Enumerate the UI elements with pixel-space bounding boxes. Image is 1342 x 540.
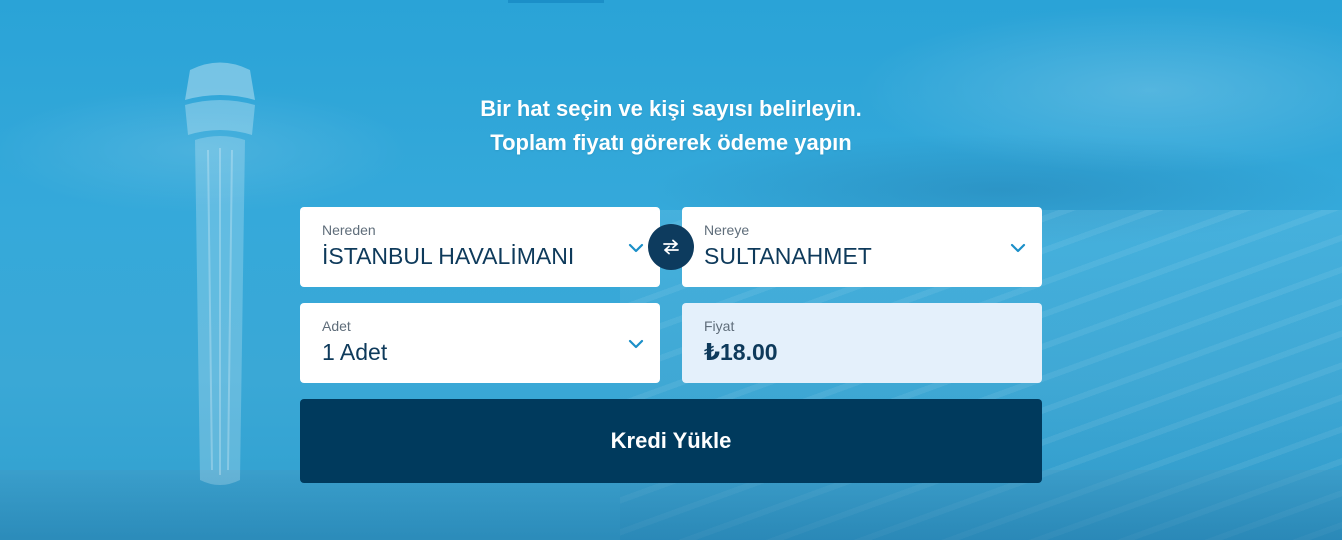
to-value: SULTANAHMET <box>704 243 872 269</box>
from-label: Nereden <box>322 222 376 238</box>
to-station-select[interactable]: Nereye SULTANAHMET <box>682 207 1042 287</box>
hero-section: Bir hat seçin ve kişi sayısı belirleyin.… <box>0 0 1342 540</box>
load-credit-button[interactable]: Kredi Yükle <box>300 399 1042 483</box>
price-value: ₺18.00 <box>704 339 778 365</box>
chevron-down-icon <box>628 243 644 253</box>
quantity-select[interactable]: Adet 1 Adet <box>300 303 660 383</box>
price-label: Fiyat <box>704 318 735 334</box>
from-station-select[interactable]: Nereden İSTANBUL HAVALİMANI <box>300 207 660 287</box>
chevron-down-icon <box>1010 243 1026 253</box>
swap-stations-button[interactable] <box>648 224 694 270</box>
quantity-label: Adet <box>322 318 351 334</box>
chevron-down-icon <box>628 339 644 349</box>
quantity-value: 1 Adet <box>322 339 388 365</box>
heading-line-1: Bir hat seçin ve kişi sayısı belirleyin. <box>480 96 862 121</box>
to-label: Nereye <box>704 222 750 238</box>
active-tab-indicator <box>508 0 604 3</box>
from-value: İSTANBUL HAVALİMANI <box>322 243 575 269</box>
swap-arrows-icon <box>663 239 679 255</box>
heading-line-2: Toplam fiyatı görerek ödeme yapın <box>490 130 852 155</box>
page-heading: Bir hat seçin ve kişi sayısı belirleyin.… <box>0 92 1342 160</box>
price-field: Fiyat ₺18.00 <box>682 303 1042 383</box>
